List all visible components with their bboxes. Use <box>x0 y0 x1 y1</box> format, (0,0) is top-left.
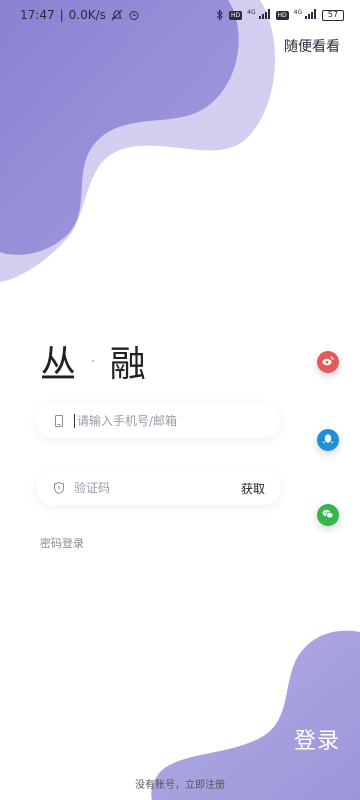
status-right: HD 4G HD 4G 57 <box>216 8 344 22</box>
brand-dot: · <box>90 350 98 372</box>
text-caret <box>74 414 75 428</box>
phone-email-input[interactable] <box>77 414 265 428</box>
login-button[interactable]: 登录 <box>294 723 340 755</box>
decorative-background <box>0 0 360 800</box>
brand-logo: 丛 · 融 <box>40 335 148 387</box>
hd-icon-2: HD <box>275 10 289 20</box>
clock: 17:47 <box>20 8 55 22</box>
top-light-blob <box>0 0 276 282</box>
verification-code-field[interactable]: 获取 <box>36 471 281 505</box>
browse-as-guest-link[interactable]: 随便看看 <box>284 36 340 56</box>
weibo-login-button[interactable] <box>317 351 339 373</box>
weibo-icon <box>321 353 335 372</box>
battery-icon: 57 <box>322 9 344 21</box>
alarm-icon <box>128 9 140 21</box>
top-dark-blob <box>0 0 239 255</box>
phone-email-field[interactable] <box>36 404 281 438</box>
register-link[interactable]: 没有账号，立即注册 <box>0 776 360 791</box>
bluetooth-icon <box>216 9 224 21</box>
wechat-icon <box>321 506 335 525</box>
password-login-link[interactable]: 密码登录 <box>40 535 84 551</box>
status-left: 17:47 | 0.0K/s <box>20 8 140 22</box>
bell-off-icon <box>111 9 123 21</box>
brand-part2: 融 <box>109 344 148 385</box>
hd-icon: HD <box>229 10 243 20</box>
phone-icon <box>52 414 66 428</box>
signal-icon-2: 4G <box>294 8 317 22</box>
qq-icon <box>321 431 335 450</box>
shield-icon <box>52 481 66 495</box>
bottom-right-blob <box>151 630 360 800</box>
wechat-login-button[interactable] <box>317 504 339 526</box>
qq-login-button[interactable] <box>317 429 339 451</box>
brand-part1: 丛 <box>40 344 79 385</box>
net-speed: 0.0K/s <box>68 8 106 22</box>
get-code-button[interactable]: 获取 <box>241 480 265 497</box>
verification-code-input[interactable] <box>74 481 241 495</box>
status-bar: 17:47 | 0.0K/s HD 4G HD 4G 57 <box>0 0 360 30</box>
separator: | <box>59 8 64 22</box>
signal-icon: 4G <box>247 8 270 22</box>
